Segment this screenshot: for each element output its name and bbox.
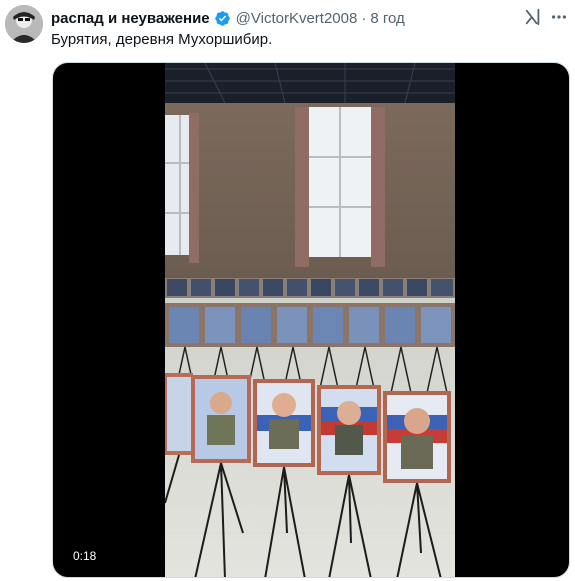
video-frame [165, 63, 455, 577]
more-options-button[interactable] [548, 6, 570, 28]
user-handle[interactable]: @VictorKvert2008 [236, 10, 358, 27]
verified-badge-icon [214, 10, 230, 26]
tweet: распад и неуважение @VictorKvert2008 · 8… [0, 0, 575, 581]
avatar-image [5, 5, 43, 43]
post-time[interactable]: 8 год [370, 10, 404, 27]
tweet-header: распад и неуважение @VictorKvert2008 · 8… [51, 8, 405, 28]
grok-button[interactable] [522, 6, 544, 28]
avatar[interactable] [5, 5, 43, 43]
tweet-text: Бурятия, деревня Мухоршибир. [51, 31, 273, 48]
display-name[interactable]: распад и неуважение [51, 10, 210, 27]
grok-icon [525, 8, 540, 26]
more-options-icon [551, 15, 567, 19]
video-player[interactable]: 0:18 [52, 62, 570, 578]
separator-dot: · [361, 9, 367, 27]
video-timestamp: 0:18 [67, 547, 103, 565]
